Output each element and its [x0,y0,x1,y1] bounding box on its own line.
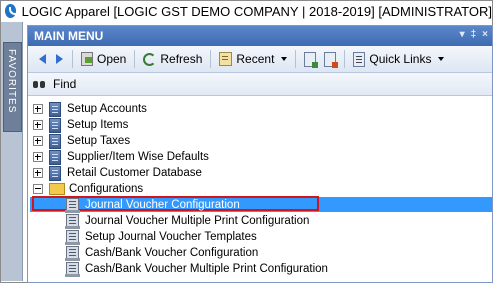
menu-sheet-icon [49,117,61,133]
refresh-icon [143,52,157,66]
find-label: Find [53,77,77,91]
tree-leaf-cash-bank-voucher-multiple-print-configuration[interactable]: Cash/Bank Voucher Multiple Print Configu… [28,261,492,277]
tree-item-setup-taxes[interactable]: Setup Taxes [28,133,492,149]
back-arrow-icon[interactable] [39,54,46,64]
add-document-icon [304,51,319,68]
toolbar: Open Refresh Recent Quick Links [28,46,492,73]
form-icon [65,198,80,213]
quick-links-label: Quick Links [369,52,432,66]
add-favorite-button[interactable] [300,49,320,69]
favorites-sidebar: FAVORITES [1,22,23,281]
toolbar-separator [134,50,136,68]
tree-item-setup-items[interactable]: Setup Items [28,117,492,133]
refresh-label: Refresh [160,52,203,66]
tree-item-label: Configurations [69,183,144,195]
menu-sheet-icon [49,101,61,117]
tree-leaf-cash-bank-voucher-configuration[interactable]: Cash/Bank Voucher Configuration [28,245,492,261]
forward-arrow-icon[interactable] [56,54,63,64]
tree-item-label: Retail Customer Database [67,167,202,179]
dropdown-icon[interactable]: ▾ [460,29,465,40]
open-button[interactable]: Open [77,49,130,69]
refresh-button[interactable]: Refresh [139,49,206,69]
tree-leaf-setup-journal-voucher-templates[interactable]: Setup Journal Voucher Templates [28,229,492,245]
favorites-tab[interactable]: FAVORITES [3,42,22,132]
toolbar-separator [72,50,73,68]
close-icon[interactable]: × [482,29,488,40]
tree-leaf-label: Journal Voucher Configuration [85,199,240,211]
expand-plus-icon[interactable] [33,136,43,146]
recent-button[interactable]: Recent [215,49,291,69]
form-icon [65,246,80,261]
tree-item-configurations[interactable]: Configurations [28,181,492,197]
tree-leaf-journal-voucher-configuration[interactable]: Journal Voucher Configuration [28,196,492,213]
tree-item-retail-customer-database[interactable]: Retail Customer Database [28,165,492,181]
toolbar-separator [210,50,212,68]
favorites-tab-label: FAVORITES [6,49,17,114]
menu-tree: Setup Accounts Setup Items Setup Taxes S… [28,96,492,277]
find-bar[interactable]: Find [28,73,492,96]
expand-plus-icon[interactable] [33,104,43,114]
quick-links-button[interactable]: Quick Links [349,49,448,69]
tree-leaf-label: Setup Journal Voucher Templates [85,231,257,243]
tree-item-label: Setup Accounts [67,103,147,115]
menu-sheet-icon [49,133,61,149]
tree-leaf-label: Cash/Bank Voucher Multiple Print Configu… [85,263,328,275]
folder-icon [49,183,65,195]
expand-plus-icon[interactable] [33,168,43,178]
title-bar: LOGIC Apparel [LOGIC GST DEMO COMPANY | … [1,1,492,21]
open-label: Open [97,52,127,66]
collapse-minus-icon[interactable] [33,184,43,194]
binoculars-icon [33,79,47,90]
quick-links-icon [353,51,366,67]
recent-label: Recent [236,52,275,66]
recent-icon [219,52,233,66]
toolbar-separator [344,50,346,68]
main-menu-header: MAIN MENU ▾ ‡ × [28,26,492,46]
header-controls: ▾ ‡ × [460,29,488,40]
tree-leaf-label: Journal Voucher Multiple Print Configura… [85,215,310,227]
tree-item-label: Supplier/Item Wise Defaults [67,151,209,163]
tree-item-supplier-item-wise-defaults[interactable]: Supplier/Item Wise Defaults [28,149,492,165]
expand-plus-icon[interactable] [33,152,43,162]
remove-document-icon [324,51,339,68]
chevron-down-icon [438,57,445,61]
chevron-down-icon [281,57,288,61]
toolbar-separator [295,50,297,68]
form-icon [65,230,80,245]
open-icon [81,52,93,66]
main-menu-title: MAIN MENU [34,29,104,43]
tree-item-setup-accounts[interactable]: Setup Accounts [28,101,492,117]
tree-leaf-journal-voucher-multiple-print-configuration[interactable]: Journal Voucher Multiple Print Configura… [28,213,492,229]
menu-sheet-icon [49,165,61,181]
main-menu-panel: MAIN MENU ▾ ‡ × Open Refresh Recent Quic… [27,25,493,283]
expand-plus-icon[interactable] [33,120,43,130]
pin-icon[interactable]: ‡ [471,29,477,40]
form-icon [65,262,80,277]
tree-item-label: Setup Taxes [67,135,131,147]
tree-leaf-label: Cash/Bank Voucher Configuration [85,247,259,259]
app-logo-icon [5,4,16,18]
menu-sheet-icon [49,149,61,165]
tree-item-label: Setup Items [67,119,129,131]
form-icon [65,214,80,229]
remove-favorite-button[interactable] [320,49,340,69]
window-title: LOGIC Apparel [LOGIC GST DEMO COMPANY | … [21,3,492,19]
